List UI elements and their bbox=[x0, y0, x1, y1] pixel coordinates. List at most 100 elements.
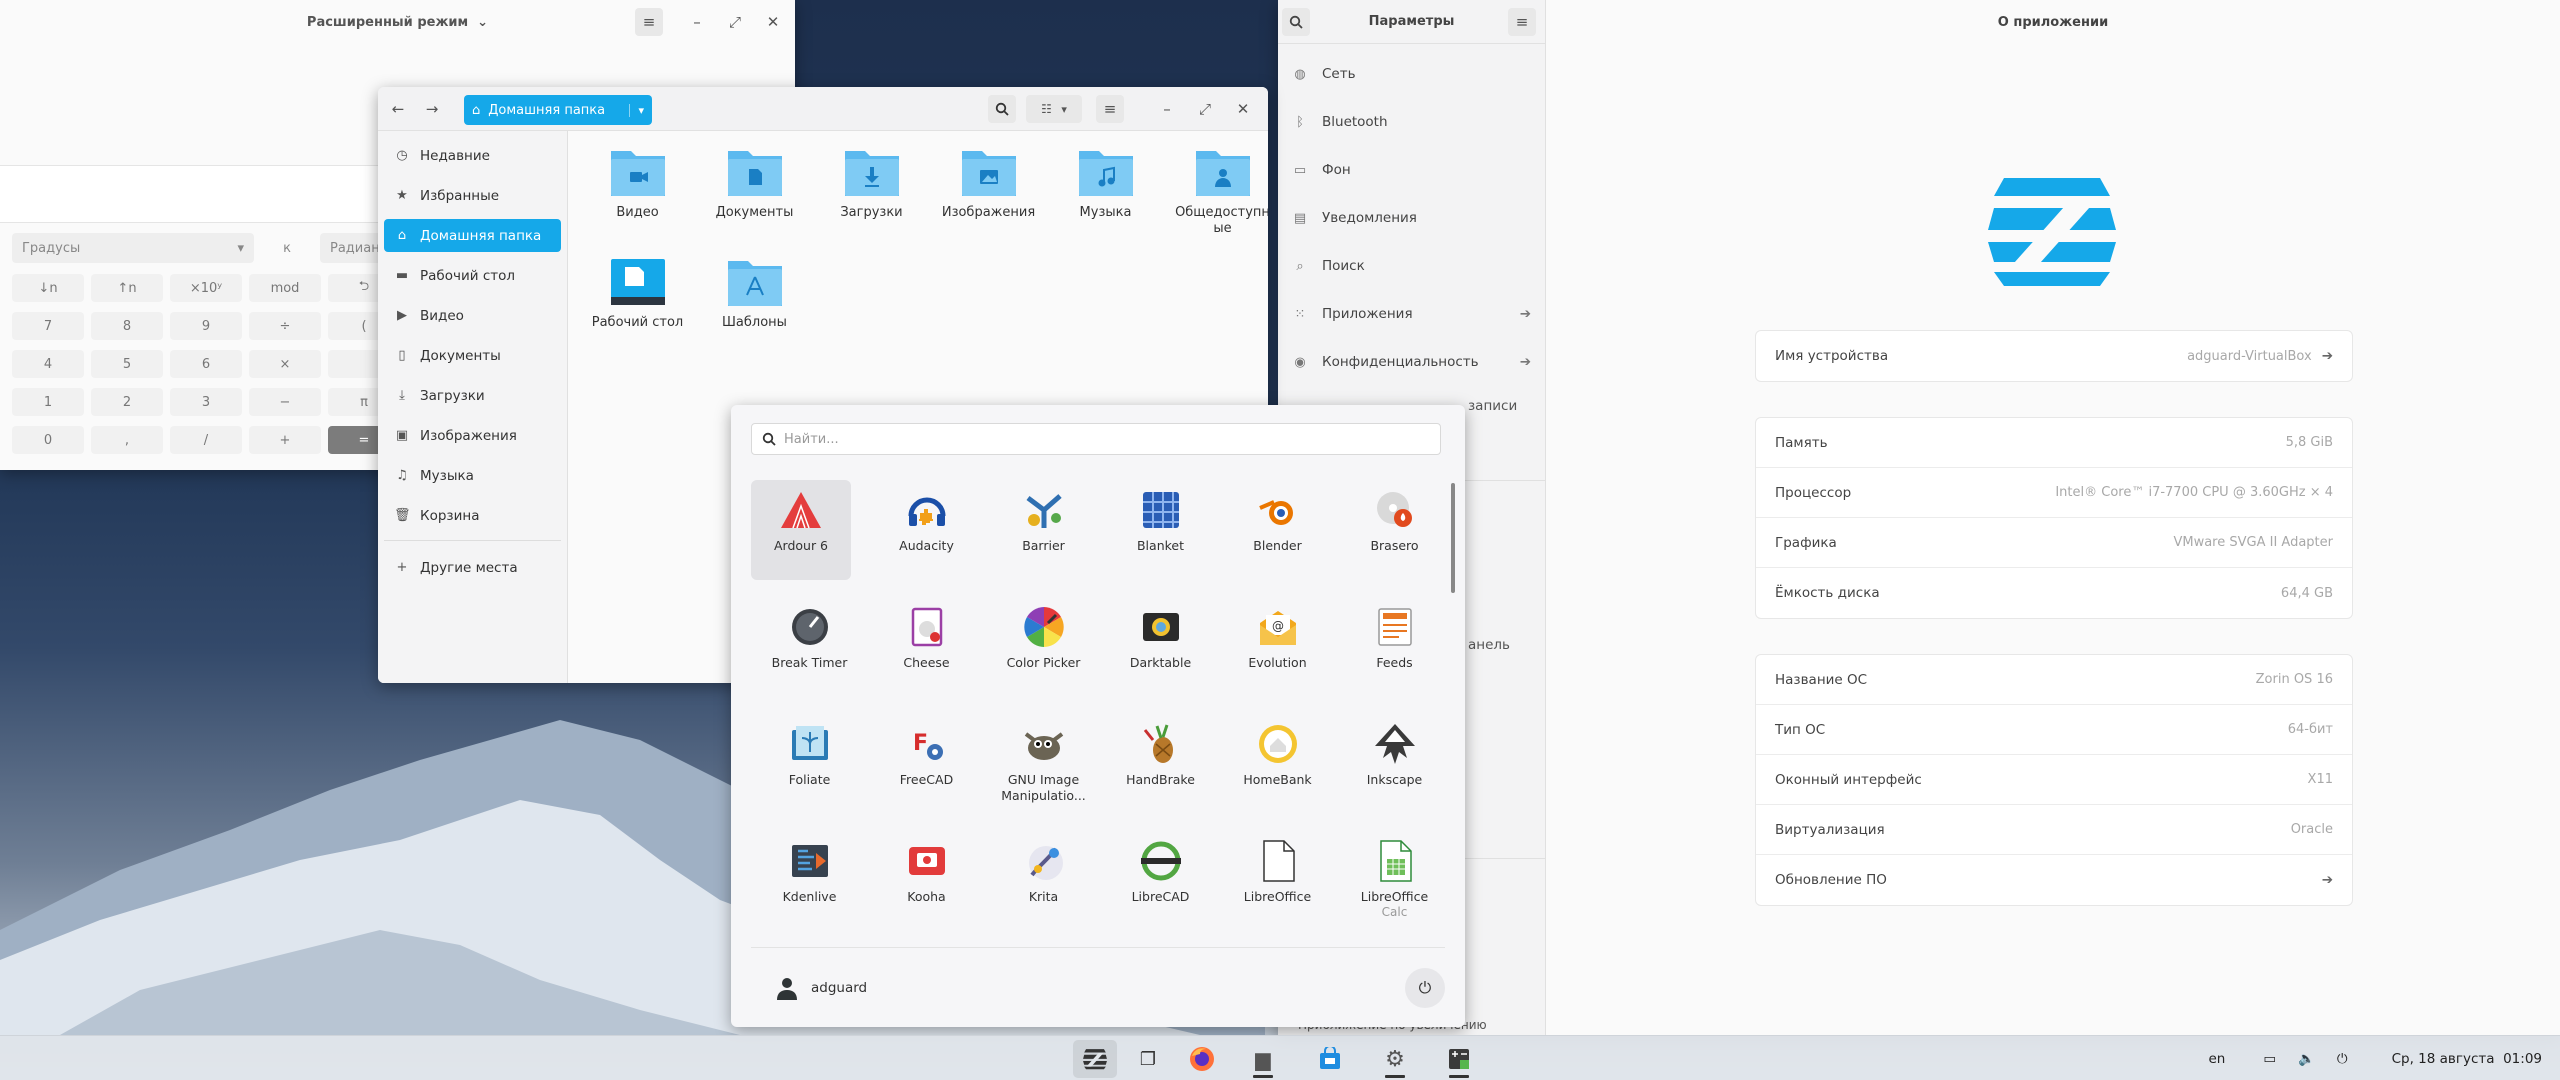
device-name-row[interactable]: Имя устройства adguard-VirtualBox ➔ bbox=[1756, 331, 2352, 381]
sidebar-item-desktop[interactable]: ▬ Рабочий стол bbox=[384, 259, 561, 292]
app-ardour[interactable]: Ardour 6 bbox=[751, 480, 851, 580]
app-cheese[interactable]: Cheese bbox=[868, 597, 985, 714]
settings-nav-search[interactable]: ⌕ Поиск bbox=[1278, 242, 1545, 290]
app-audacity[interactable]: Audacity bbox=[868, 480, 985, 597]
sidebar-item-downloads[interactable]: ⤓ Загрузки bbox=[384, 379, 561, 412]
folder-music[interactable]: Музыка bbox=[1048, 145, 1163, 255]
settings-nav-applications[interactable]: ⁙ Приложения ➔ bbox=[1278, 290, 1545, 338]
calc-key[interactable]: 1 bbox=[12, 388, 84, 416]
folder-documents[interactable]: Документы bbox=[697, 145, 812, 255]
calc-key[interactable]: 0 bbox=[12, 426, 84, 454]
calc-key[interactable]: 4 bbox=[12, 350, 84, 378]
clock[interactable]: Ср, 18 августа 01:09 bbox=[2392, 1051, 2542, 1067]
settings-nav-bluetooth[interactable]: ᛒ Bluetooth bbox=[1278, 98, 1545, 146]
view-mode-button[interactable]: ☷ ▾ bbox=[1026, 95, 1082, 123]
calc-key[interactable]: 5 bbox=[91, 350, 163, 378]
folder-videos[interactable]: Видео bbox=[580, 145, 695, 255]
app-blanket[interactable]: Blanket bbox=[1102, 480, 1219, 597]
app-grid-scrollbar[interactable] bbox=[1451, 483, 1455, 593]
calc-key[interactable]: ÷ bbox=[249, 312, 321, 340]
back-button[interactable]: ← bbox=[384, 95, 412, 123]
sidebar-item-other-places[interactable]: + Другие места bbox=[384, 551, 561, 584]
folder-pictures[interactable]: Изображения bbox=[931, 145, 1046, 255]
folder-downloads[interactable]: Загрузки bbox=[814, 145, 929, 255]
taskbar-settings[interactable]: ⚙ bbox=[1373, 1040, 1417, 1078]
calc-key[interactable]: + bbox=[249, 426, 321, 454]
files-search-button[interactable] bbox=[988, 95, 1016, 123]
sidebar-item-recent[interactable]: ◷ Недавние bbox=[384, 139, 561, 172]
volume-icon[interactable]: 🔈 bbox=[2298, 1051, 2315, 1067]
app-feeds[interactable]: Feeds bbox=[1336, 597, 1453, 714]
settings-nav-background[interactable]: ▭ Фон bbox=[1278, 146, 1545, 194]
calc-key[interactable]: ↑n bbox=[91, 274, 163, 302]
sidebar-item-home[interactable]: ⌂ Домашняя папка bbox=[384, 219, 561, 252]
zorin-menu-button[interactable] bbox=[1073, 1040, 1117, 1078]
calculator-menu-button[interactable]: ≡ bbox=[635, 8, 663, 36]
calc-key[interactable]: , bbox=[91, 426, 163, 454]
calc-key[interactable]: 3 bbox=[170, 388, 242, 416]
app-barrier[interactable]: Barrier bbox=[985, 480, 1102, 597]
app-libreoffice-calc[interactable]: LibreOffice Calc bbox=[1336, 831, 1453, 948]
folder-templates[interactable]: Шаблоны bbox=[697, 255, 812, 365]
software-update-row[interactable]: Обновление ПО ➔ bbox=[1756, 855, 2352, 905]
keyboard-layout-indicator[interactable]: en bbox=[2208, 1051, 2225, 1067]
folder-desktop[interactable]: Рабочий стол bbox=[580, 255, 695, 365]
app-krita[interactable]: Krita bbox=[985, 831, 1102, 948]
maximize-button[interactable]: ⤢ bbox=[721, 8, 749, 36]
app-foliate[interactable]: Foliate bbox=[751, 714, 868, 831]
app-break-timer[interactable]: Break Timer bbox=[751, 597, 868, 714]
minimize-button[interactable]: – bbox=[1153, 95, 1181, 123]
app-kooha[interactable]: Kooha bbox=[868, 831, 985, 948]
app-color-picker[interactable]: Color Picker bbox=[985, 597, 1102, 714]
power-icon[interactable]: ⏻ bbox=[2337, 1051, 2348, 1067]
settings-nav-privacy[interactable]: ◉ Конфиденциальность ➔ bbox=[1278, 338, 1545, 386]
calc-key[interactable]: mod bbox=[249, 274, 321, 302]
calc-key[interactable]: / bbox=[170, 426, 242, 454]
taskbar-software[interactable] bbox=[1308, 1040, 1352, 1078]
app-librecad[interactable]: LibreCAD bbox=[1102, 831, 1219, 948]
taskbar-calculator[interactable] bbox=[1437, 1040, 1481, 1078]
forward-button[interactable]: → bbox=[418, 95, 446, 123]
app-gimp[interactable]: GNU Image Manipulatio... bbox=[985, 714, 1102, 831]
app-homebank[interactable]: HomeBank bbox=[1219, 714, 1336, 831]
app-kdenlive[interactable]: Kdenlive bbox=[751, 831, 868, 948]
folder-public[interactable]: Общедоступные bbox=[1165, 145, 1268, 255]
maximize-button[interactable]: ⤢ bbox=[1191, 95, 1219, 123]
calc-key[interactable]: 9 bbox=[170, 312, 242, 340]
screen-icon[interactable]: ▭ bbox=[2263, 1051, 2276, 1067]
sidebar-item-pictures[interactable]: ▣ Изображения bbox=[384, 419, 561, 452]
calc-key[interactable]: ×10ʸ bbox=[170, 274, 242, 302]
caret-down-icon[interactable]: ▾ bbox=[629, 103, 644, 117]
settings-nav-network[interactable]: ◍ Сеть bbox=[1278, 50, 1545, 98]
calc-key[interactable]: 8 bbox=[91, 312, 163, 340]
close-button[interactable]: ✕ bbox=[759, 8, 787, 36]
calc-key[interactable]: 6 bbox=[170, 350, 242, 378]
calc-key[interactable]: − bbox=[249, 388, 321, 416]
power-button[interactable]: ⏻ bbox=[1405, 967, 1445, 1008]
calc-key[interactable]: 7 bbox=[12, 312, 84, 340]
sidebar-item-videos[interactable]: ▶ Видео bbox=[384, 299, 561, 332]
units-from-select[interactable]: Градусы ▾ bbox=[12, 233, 254, 263]
user-account[interactable]: adguard bbox=[775, 976, 867, 1000]
app-evolution[interactable]: @ Evolution bbox=[1219, 597, 1336, 714]
sidebar-item-music[interactable]: ♫ Музыка bbox=[384, 459, 561, 492]
settings-nav-notifications[interactable]: ▤ Уведомления bbox=[1278, 194, 1545, 242]
app-inkscape[interactable]: Inkscape bbox=[1336, 714, 1453, 831]
taskbar-workspaces[interactable]: ❐ bbox=[1126, 1040, 1170, 1078]
app-brasero[interactable]: Brasero bbox=[1336, 480, 1453, 597]
app-freecad[interactable]: F FreeCAD bbox=[868, 714, 985, 831]
path-bar-home[interactable]: ⌂ Домашняя папка ▾ bbox=[464, 95, 652, 125]
close-button[interactable]: ✕ bbox=[1229, 95, 1257, 123]
sidebar-item-starred[interactable]: ★ Избранные bbox=[384, 179, 561, 212]
settings-search-button[interactable] bbox=[1282, 8, 1310, 36]
taskbar-firefox[interactable] bbox=[1180, 1040, 1224, 1078]
app-handbrake[interactable]: HandBrake bbox=[1102, 714, 1219, 831]
minimize-button[interactable]: – bbox=[683, 8, 711, 36]
app-blender[interactable]: Blender bbox=[1219, 480, 1336, 597]
settings-menu-button[interactable]: ≡ bbox=[1508, 8, 1536, 36]
calc-key[interactable]: 2 bbox=[91, 388, 163, 416]
calculator-mode-title[interactable]: Расширенный режим ⌄ bbox=[307, 15, 488, 30]
taskbar-files[interactable]: ▆ bbox=[1241, 1040, 1285, 1078]
sidebar-item-documents[interactable]: ▯ Документы bbox=[384, 339, 561, 372]
calc-key[interactable]: × bbox=[249, 350, 321, 378]
